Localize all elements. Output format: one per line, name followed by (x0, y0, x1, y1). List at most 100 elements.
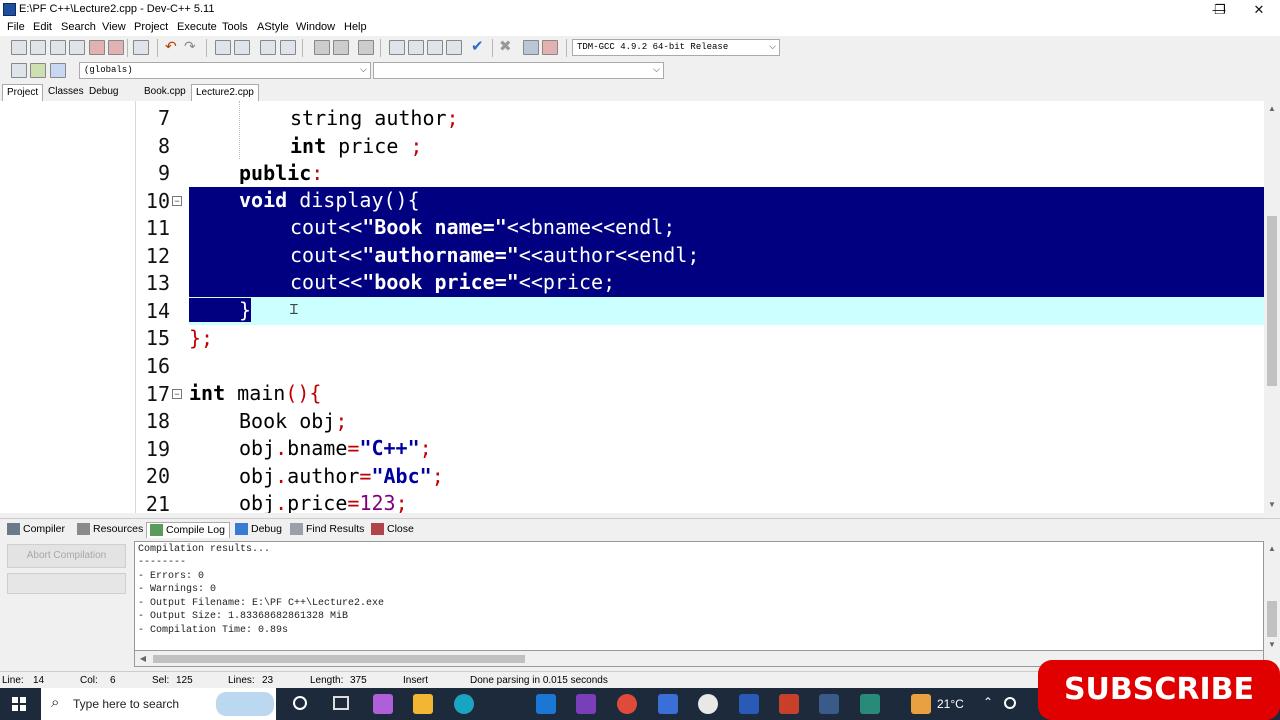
redo-icon[interactable]: ↷ (184, 38, 196, 55)
scroll-left-icon[interactable]: ◀ (135, 651, 151, 667)
search-icon: ⌕ (51, 694, 60, 711)
insert-icon[interactable] (11, 63, 27, 78)
cortana-icon[interactable] (293, 696, 307, 710)
tab-close[interactable]: Close (368, 522, 418, 538)
fold-toggle-icon[interactable]: − (172, 196, 182, 206)
scroll-up-icon[interactable]: ▲ (1264, 101, 1280, 117)
close-button[interactable]: ✕ (1236, 0, 1280, 20)
line-number: 19 (145, 437, 170, 461)
status-sel-label: Sel: (152, 675, 170, 686)
unindent-icon[interactable] (333, 40, 349, 55)
scrollbar-thumb[interactable] (153, 655, 525, 663)
menu-help[interactable]: Help (344, 21, 367, 33)
class-toolbar: (globals) ⌵ ⌵ (0, 60, 1280, 82)
powerpoint-icon[interactable] (779, 694, 799, 714)
menu-view[interactable]: View (102, 21, 126, 33)
chevron-up-icon[interactable]: ⌃ (983, 695, 993, 709)
editor-vertical-scrollbar[interactable]: ▲ ▼ (1264, 101, 1280, 513)
profile-icon[interactable] (523, 40, 539, 55)
search-highlight-image (216, 692, 274, 716)
word-icon[interactable] (739, 694, 759, 714)
save-all-icon[interactable] (69, 40, 85, 55)
menu-project[interactable]: Project (134, 21, 168, 33)
scrollbar-thumb[interactable] (1267, 216, 1277, 386)
tab-find-results[interactable]: Find Results (287, 522, 368, 538)
fold-toggle-icon[interactable]: − (172, 389, 182, 399)
tab-lecture2-cpp[interactable]: Lecture2.cpp (191, 84, 259, 101)
menu-tools[interactable]: Tools (222, 21, 248, 33)
project-panel[interactable] (0, 101, 136, 513)
media-player-icon[interactable] (658, 694, 678, 714)
task-view-icon[interactable] (333, 696, 349, 710)
toggle-bookmark-icon[interactable] (30, 63, 46, 78)
compile-icon[interactable] (389, 40, 405, 55)
scope-select-value: (globals) (84, 65, 133, 75)
goto-line-icon[interactable] (260, 40, 276, 55)
menu-execute[interactable]: Execute (177, 21, 217, 33)
tab-debug-log[interactable]: Debug (232, 522, 286, 538)
replace-icon[interactable] (234, 40, 250, 55)
toolbar-separator (157, 39, 158, 57)
scope-select[interactable]: (globals) ⌵ (79, 62, 371, 79)
visual-studio-icon[interactable] (576, 694, 596, 714)
tray-icon[interactable] (1004, 697, 1016, 709)
abort-compilation-button[interactable]: Abort Compilation (7, 544, 126, 568)
code-editor[interactable]: 7 8 9 10 − 11 12 13 14 15 16 17 − 18 19 … (136, 101, 1264, 513)
find-icon[interactable] (215, 40, 231, 55)
close-file-icon[interactable] (89, 40, 105, 55)
rebuild-all-icon[interactable] (446, 40, 462, 55)
file-explorer-icon[interactable] (413, 694, 433, 714)
scroll-up-icon[interactable]: ▲ (1264, 541, 1280, 557)
new-file-icon[interactable] (11, 40, 27, 55)
edge-icon[interactable] (454, 694, 474, 714)
tab-compile-log[interactable]: Compile Log (146, 522, 230, 538)
syntax-check-icon[interactable]: ✔ (471, 37, 484, 55)
log-vertical-scrollbar[interactable]: ▲ ▼ (1264, 541, 1280, 667)
tab-compiler[interactable]: Compiler (4, 522, 69, 538)
stop-execution-icon[interactable]: ✖ (499, 37, 512, 55)
menu-file[interactable]: File (7, 21, 25, 33)
line-number: 20 (145, 464, 170, 488)
devcpp-taskbar-icon[interactable] (819, 694, 839, 714)
undo-icon[interactable]: ↶ (165, 38, 177, 55)
close-all-icon[interactable] (108, 40, 124, 55)
menu-astyle[interactable]: AStyle (257, 21, 289, 33)
line-number: 11 (145, 216, 170, 240)
weather-temperature[interactable]: 21°C (937, 697, 964, 711)
text-cursor-icon: Ɪ (290, 302, 298, 318)
scrollbar-thumb[interactable] (1267, 601, 1277, 637)
save-icon[interactable] (50, 40, 66, 55)
run-icon[interactable] (408, 40, 424, 55)
member-select[interactable]: ⌵ (373, 62, 664, 79)
debug-icon[interactable] (542, 40, 558, 55)
print-icon[interactable] (133, 40, 149, 55)
code-line-14-current: } Ɪ (189, 297, 1264, 325)
goto-bookmark-icon[interactable] (50, 63, 66, 78)
windows-start-icon[interactable] (12, 697, 26, 711)
tab-book-cpp[interactable]: Book.cpp (140, 84, 190, 101)
app-icon[interactable] (698, 694, 718, 714)
toggle-comment-icon[interactable] (358, 40, 374, 55)
tab-resources[interactable]: Resources (74, 522, 147, 538)
tab-project[interactable]: Project (2, 84, 44, 101)
terminal-icon[interactable] (860, 694, 880, 714)
compile-run-icon[interactable] (427, 40, 443, 55)
menu-window[interactable]: Window (296, 21, 335, 33)
scroll-down-icon[interactable]: ▼ (1264, 497, 1280, 513)
indent-icon[interactable] (314, 40, 330, 55)
menu-edit[interactable]: Edit (33, 21, 52, 33)
tab-debug[interactable]: Debug (85, 84, 122, 101)
compile-log[interactable]: Compilation results... -------- - Errors… (134, 541, 1264, 651)
menu-search[interactable]: Search (61, 21, 96, 33)
toolbar-separator (492, 39, 493, 57)
bookmark-icon[interactable] (280, 40, 296, 55)
chevron-down-icon: ⌵ (769, 42, 776, 52)
open-icon[interactable] (30, 40, 46, 55)
copilot-icon[interactable] (373, 694, 393, 714)
scroll-down-icon[interactable]: ▼ (1264, 637, 1280, 653)
taskbar-search[interactable]: ⌕ Type here to search (41, 688, 276, 720)
tab-classes[interactable]: Classes (44, 84, 88, 101)
chrome-icon[interactable] (617, 694, 637, 714)
compiler-select[interactable]: TDM-GCC 4.9.2 64-bit Release ⌵ (572, 39, 780, 56)
mail-icon[interactable] (536, 694, 556, 714)
